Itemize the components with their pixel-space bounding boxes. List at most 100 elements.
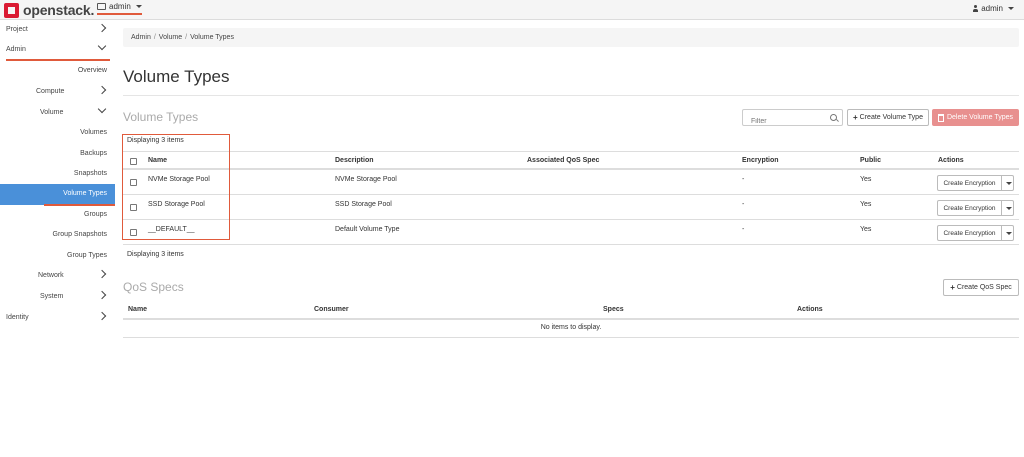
sidebar-item-network[interactable]: Network (0, 266, 115, 287)
cell-description: NVMe Storage Pool (335, 176, 397, 183)
project-switcher[interactable]: admin (97, 2, 142, 15)
delete-volume-types-label: Delete Volume Types (946, 114, 1014, 121)
volume-types-section-title: Volume Types (123, 110, 199, 124)
sidebar-item-overview[interactable]: Overview (0, 61, 115, 82)
sidebar-item-compute[interactable]: Compute (0, 82, 115, 103)
caret-down-icon (1005, 231, 1012, 235)
project-icon (97, 3, 106, 10)
column-header-name[interactable]: Name (128, 306, 147, 313)
sidebar-item-identity[interactable]: Identity (0, 308, 115, 329)
page-title: Volume Types (123, 67, 230, 86)
user-icon (973, 5, 979, 12)
chevron-right-icon (97, 269, 107, 279)
sidebar-item-project[interactable]: Project (0, 20, 115, 41)
displaying-count-bottom: Displaying 3 items (127, 251, 184, 258)
sidebar-item-label: Snapshots (73, 170, 107, 177)
sidebar-item-groups[interactable]: Groups (0, 205, 115, 226)
column-header-qos[interactable]: Associated QoS Spec (527, 157, 599, 164)
sidebar-item-label: System (40, 293, 64, 300)
search-icon[interactable] (830, 114, 837, 121)
column-header-consumer[interactable]: Consumer (314, 306, 349, 313)
breadcrumb-item[interactable]: Volume (159, 34, 182, 41)
sidebar-item-label: Project (6, 26, 28, 33)
breadcrumb: Admin / Volume / Volume Types (131, 34, 234, 41)
sidebar-item-admin[interactable]: Admin (0, 40, 115, 61)
caret-down-icon (135, 5, 142, 8)
user-name: admin (981, 4, 1003, 13)
sidebar-item-label: Group Types (67, 252, 107, 259)
cell-description: SSD Storage Pool (335, 201, 392, 208)
column-header-public: Public (860, 157, 882, 164)
create-volume-type-button[interactable]: + Create Volume Type (847, 109, 929, 126)
sidebar-item-system[interactable]: System (0, 287, 115, 308)
cell-public: Yes (860, 176, 872, 183)
breadcrumb-bar: Admin / Volume / Volume Types (123, 28, 1019, 47)
empty-state-text: No items to display. (540, 324, 602, 331)
breadcrumb-item: Volume Types (190, 34, 234, 41)
title-divider (123, 95, 1019, 96)
table-header: Name Description Associated QoS Spec Enc… (123, 151, 1019, 170)
sidebar-item-snapshots[interactable]: Snapshots (0, 164, 115, 185)
chevron-right-icon (97, 85, 107, 95)
sidebar-item-group-types[interactable]: Group Types (0, 246, 115, 267)
breadcrumb-separator: / (185, 34, 188, 41)
sidebar-item-backups[interactable]: Backups (0, 144, 115, 165)
sidebar-item-volume-types[interactable]: Volume Types (0, 184, 115, 205)
breadcrumb-separator: / (153, 34, 156, 41)
breadcrumb-item[interactable]: Admin (131, 34, 151, 41)
actions-dropdown-toggle[interactable] (1002, 226, 1013, 240)
row-actions: Create Encryption (937, 225, 1014, 241)
create-qos-spec-button[interactable]: + Create QoS Spec (943, 279, 1019, 296)
actions-dropdown-toggle[interactable] (1002, 176, 1013, 190)
highlight-annotation (122, 134, 230, 240)
cell-public: Yes (860, 201, 872, 208)
openstack-logo[interactable]: openstack. (4, 1, 94, 19)
column-header-actions: Actions (797, 306, 823, 313)
create-volume-type-label: Create Volume Type (859, 114, 923, 121)
sidebar-item-label: Groups (84, 211, 107, 218)
sidebar-item-label: Volume Types (63, 190, 107, 197)
table-header: Name Consumer Specs Actions (123, 301, 1019, 320)
sidebar: Project Admin Overview Compute Volume Vo… (0, 20, 115, 457)
sidebar-item-label: Compute (36, 88, 65, 95)
actions-dropdown-toggle[interactable] (1002, 201, 1013, 215)
table-row: __DEFAULT__ Default Volume Type - Yes Cr… (123, 220, 1019, 245)
cell-encryption: - (742, 201, 745, 208)
sidebar-item-label: Overview (77, 67, 107, 74)
row-actions: Create Encryption (937, 200, 1014, 216)
chevron-down-icon (97, 41, 107, 51)
create-encryption-button[interactable]: Create Encryption (938, 226, 1002, 240)
create-qos-spec-label: Create QoS Spec (956, 284, 1012, 291)
user-menu[interactable]: admin (973, 4, 1014, 13)
filter-input[interactable] (749, 114, 833, 129)
chevron-right-icon (97, 311, 107, 321)
cell-encryption: - (742, 226, 745, 233)
chevron-down-icon (97, 104, 107, 114)
sidebar-item-label: Backups (80, 150, 107, 157)
plus-icon: + (853, 113, 858, 122)
cell-encryption: - (742, 176, 745, 183)
empty-row: No items to display. (123, 320, 1019, 338)
create-encryption-button[interactable]: Create Encryption (938, 176, 1002, 190)
create-encryption-button[interactable]: Create Encryption (938, 201, 1002, 215)
sidebar-item-label: Group Snapshots (52, 231, 107, 238)
cell-public: Yes (860, 226, 872, 233)
caret-down-icon (1008, 7, 1014, 10)
column-header-actions: Actions (938, 157, 964, 164)
sidebar-item-label: Identity (6, 314, 29, 321)
sidebar-item-label: Admin (6, 46, 26, 53)
column-header-description[interactable]: Description (335, 157, 374, 164)
table-row: NVMe Storage Pool NVMe Storage Pool - Ye… (123, 170, 1019, 195)
trash-icon (937, 113, 944, 122)
chevron-right-icon (97, 23, 107, 33)
sidebar-item-label: Volume (40, 109, 64, 116)
column-header-encryption[interactable]: Encryption (742, 157, 779, 164)
sidebar-item-volumes[interactable]: Volumes (0, 123, 115, 144)
top-navbar: openstack. admin admin (0, 0, 1024, 20)
sidebar-item-group-snapshots[interactable]: Group Snapshots (0, 225, 115, 246)
sidebar-item-label: Volumes (80, 129, 107, 136)
sidebar-item-volume[interactable]: Volume (0, 103, 115, 124)
caret-down-icon (1005, 181, 1012, 185)
cell-description: Default Volume Type (335, 226, 400, 233)
delete-volume-types-button[interactable]: Delete Volume Types (932, 109, 1019, 126)
